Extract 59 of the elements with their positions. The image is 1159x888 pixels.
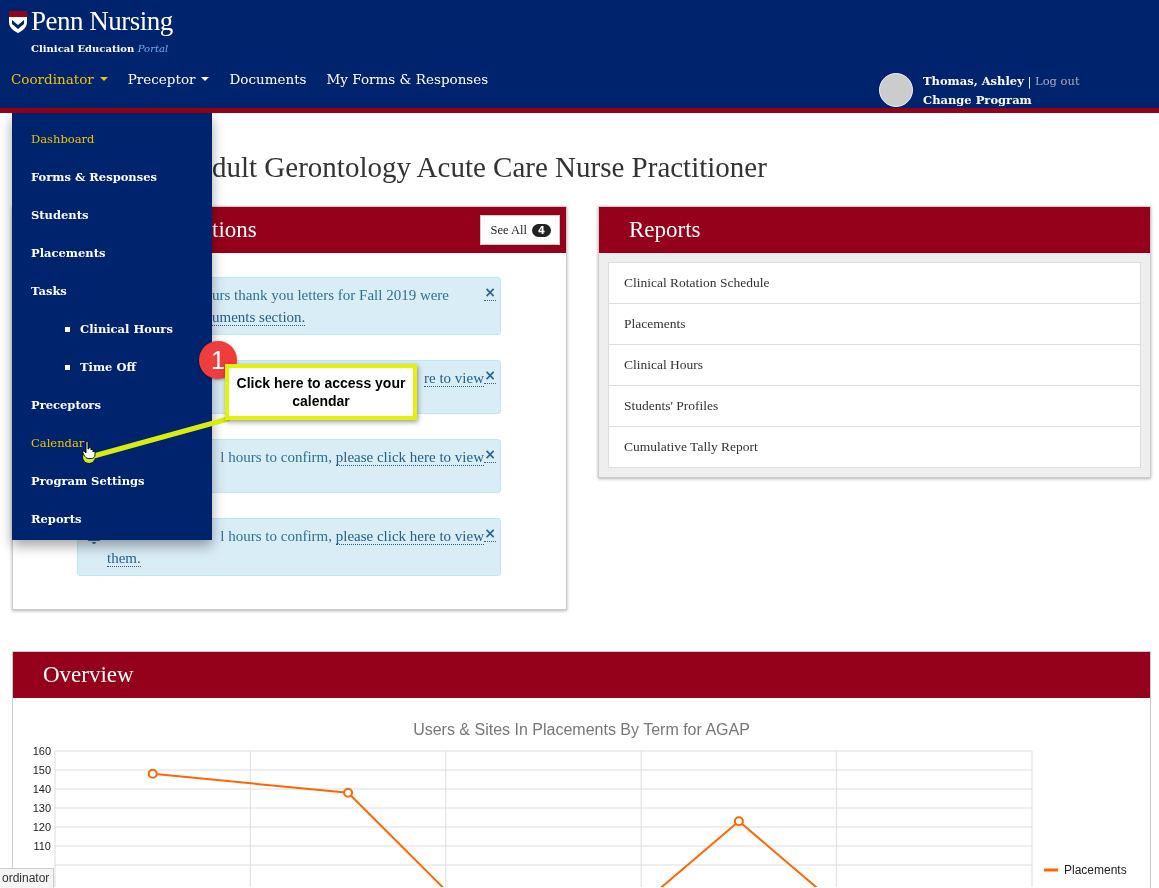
- notification-text: urs thank you letters for Fall 2019 were: [212, 287, 450, 303]
- legend-label: Placements: [1064, 863, 1127, 877]
- axis-tick-label: 120: [32, 821, 51, 833]
- axis-tick-label: 140: [32, 783, 51, 795]
- callout-text: Click here to access your calendar: [225, 364, 417, 420]
- see-all-button[interactable]: See All 4: [479, 215, 560, 245]
- shield-logo-icon: [8, 9, 28, 34]
- separator: |: [1027, 73, 1032, 88]
- data-point: [147, 768, 158, 779]
- page-title: dult Gerontology Acute Care Nurse Practitioner: [212, 151, 767, 184]
- caret-icon: [99, 77, 108, 81]
- panel-title: tions: [212, 217, 257, 243]
- notification-link[interactable]: them.: [107, 550, 141, 567]
- brand-name: Penn Nursing: [31, 6, 173, 37]
- menu-item[interactable]: Calendar: [12, 436, 85, 450]
- axis-tick-label: 150: [32, 764, 51, 776]
- bullet-icon: [65, 326, 70, 332]
- nav-link[interactable]: Coordinator: [11, 71, 108, 87]
- menu-item[interactable]: Program Settings: [12, 474, 145, 488]
- report-link[interactable]: Placements: [609, 304, 1140, 345]
- portal-subtitle: Clinical Education Portal: [31, 43, 169, 54]
- caret-icon: [201, 77, 210, 81]
- legend-item: Placements: [1044, 863, 1127, 877]
- notification-text: l hours to confirm,: [220, 449, 333, 465]
- menu-item[interactable]: Forms & Responses: [12, 170, 157, 184]
- nav-link[interactable]: Documents: [229, 71, 307, 87]
- menu-item[interactable]: Dashboard: [12, 132, 95, 146]
- menu-item[interactable]: Placements: [12, 246, 106, 260]
- panel-title: Reports: [629, 217, 701, 243]
- chart-title: Users & Sites In Placements By Term for AGAP: [412, 721, 751, 740]
- axis-tick-label: 160: [32, 745, 51, 757]
- logout-link[interactable]: Log out: [1035, 73, 1080, 88]
- menu-item[interactable]: Tasks: [12, 284, 67, 298]
- menu-item[interactable]: Time Off: [80, 360, 136, 374]
- user-name: Thomas, Ashley: [923, 73, 1024, 88]
- change-program-link[interactable]: Change Program: [923, 92, 1032, 107]
- report-link[interactable]: Clinical Rotation Schedule: [609, 263, 1140, 304]
- notification-link[interactable]: please click here to view: [335, 528, 484, 545]
- notification-link[interactable]: re to view: [424, 370, 484, 387]
- notification-link[interactable]: please click here to view: [335, 449, 484, 466]
- data-point: [343, 787, 354, 798]
- data-point: [733, 816, 744, 827]
- menu-item[interactable]: Students: [12, 208, 89, 222]
- notification-text: l hours to confirm,: [220, 528, 333, 544]
- menu-item[interactable]: Clinical Hours: [80, 322, 173, 336]
- bullet-icon: [65, 364, 70, 370]
- report-link[interactable]: Cumulative Tally Report: [609, 427, 1140, 467]
- report-link[interactable]: Students' Profiles: [609, 386, 1140, 427]
- nav-link[interactable]: My Forms & Responses: [326, 71, 489, 87]
- panel-title: Overview: [43, 662, 134, 688]
- menu-item[interactable]: Reports: [12, 512, 82, 526]
- status-bar: ordinator: [0, 868, 55, 888]
- count-badge: 4: [532, 223, 551, 237]
- report-link[interactable]: Clinical Hours: [609, 345, 1140, 386]
- nav-link[interactable]: Preceptor: [127, 71, 210, 87]
- menu-item[interactable]: Preceptors: [12, 398, 101, 412]
- axis-tick-label: 130: [32, 802, 51, 814]
- avatar-icon: [879, 73, 913, 107]
- axis-tick-label: 110: [33, 840, 51, 852]
